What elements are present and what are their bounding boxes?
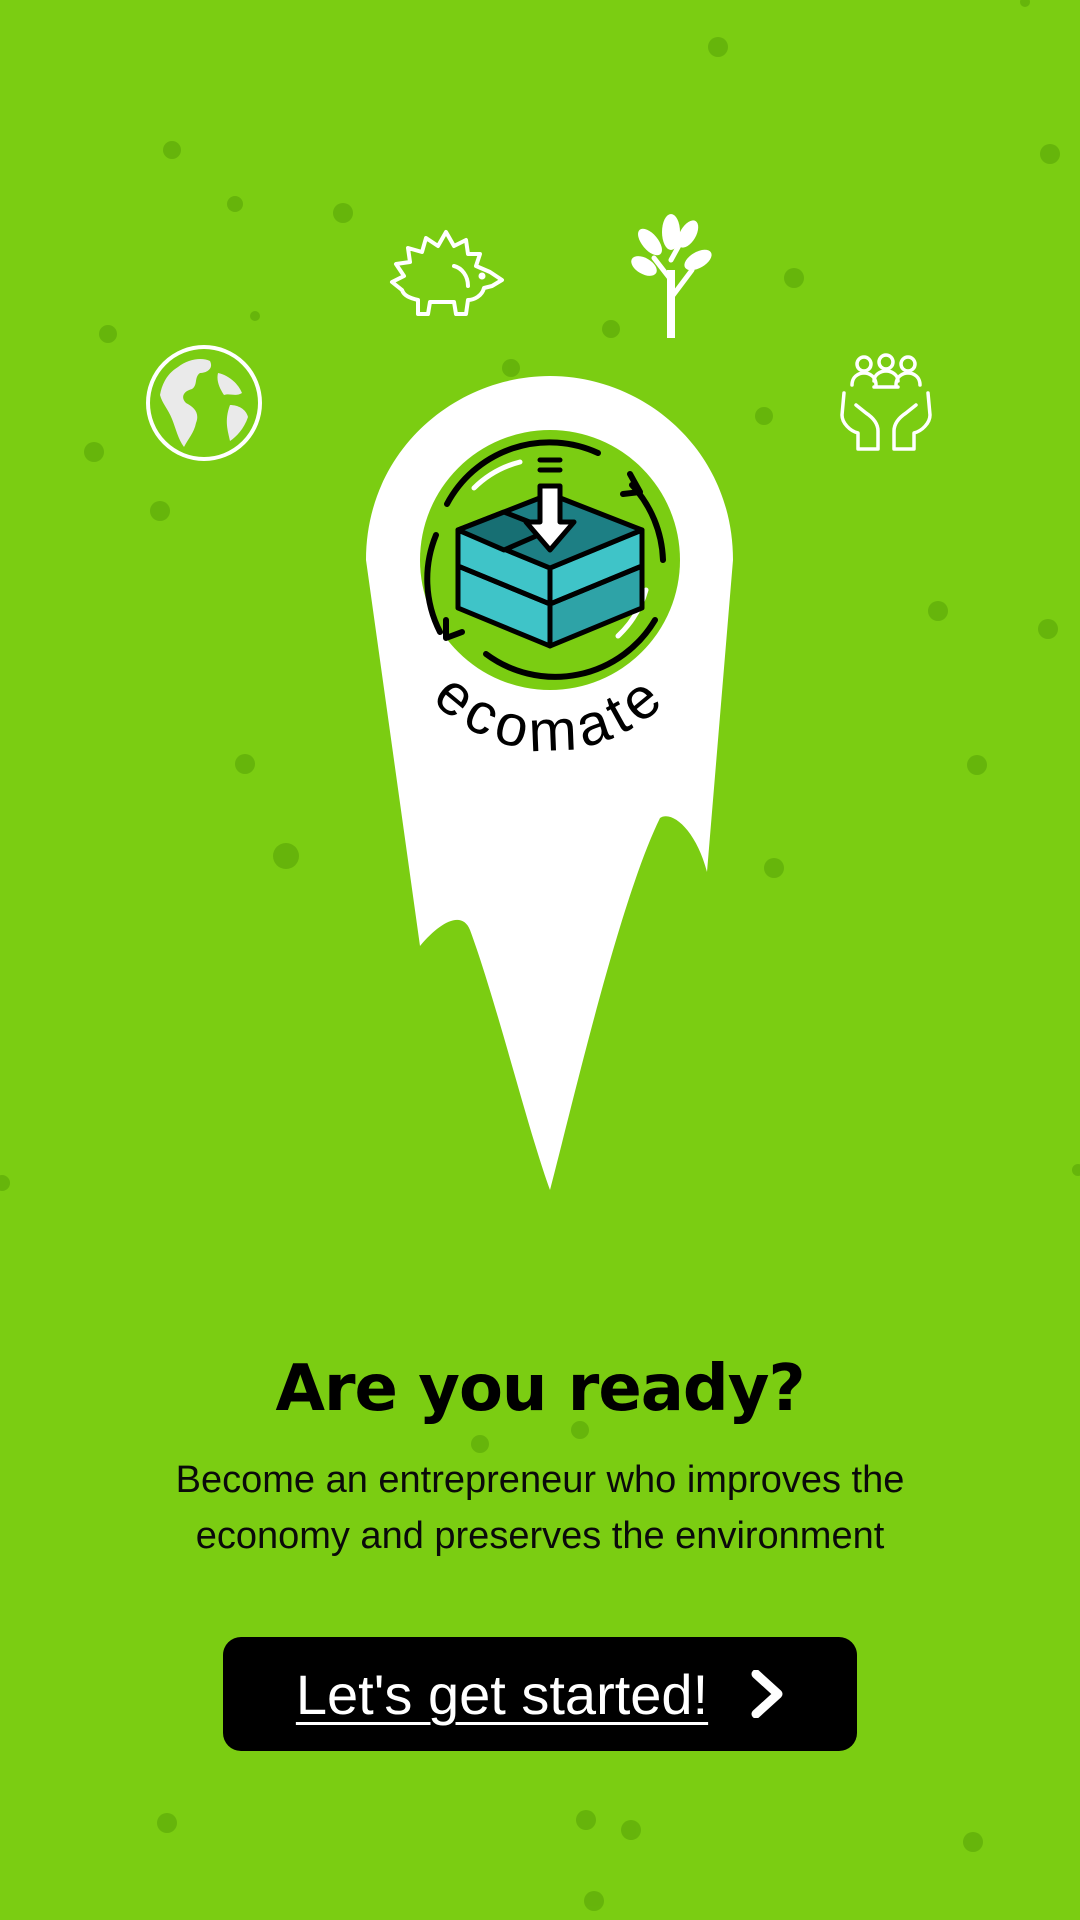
chevron-right-icon — [750, 1670, 784, 1718]
logo-pin: ecomate — [366, 376, 733, 1190]
get-started-button[interactable]: Let's get started! — [223, 1637, 857, 1751]
onboarding-screen: ecomate Are you ready? Become an entrepr… — [0, 0, 1080, 1920]
page-subtitle: Become an entrepreneur who improves the … — [175, 1459, 905, 1557]
get-started-label: Let's get started! — [295, 1662, 709, 1726]
page-title: Are you ready? — [275, 1352, 805, 1426]
